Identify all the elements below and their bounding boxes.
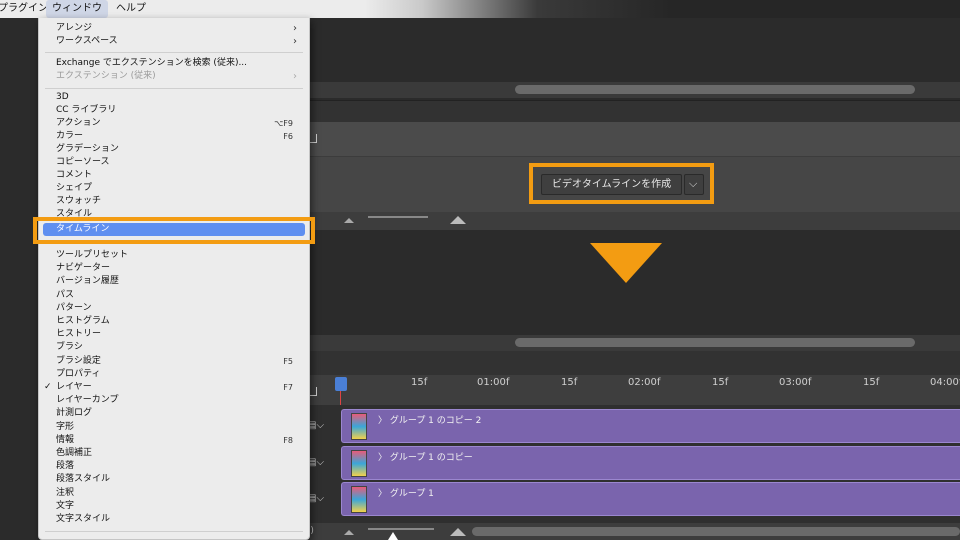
menu-separator [45, 88, 303, 89]
panel-top-scroll [300, 82, 960, 98]
ruler-label: 15f [561, 377, 578, 388]
ruler-label: 03:00f [779, 377, 812, 388]
submenu-chevron-icon: › [293, 36, 297, 47]
menu-item-shapes[interactable]: シェイプ [39, 182, 309, 195]
menu-item-adjustments[interactable]: 色調補正 [39, 447, 309, 460]
menu-item-brush-settings[interactable]: ブラシ設定 F5 [39, 355, 309, 368]
create-timeline-dropdown[interactable]: ⌵ [684, 174, 704, 195]
menu-item-histogram[interactable]: ヒストグラム [39, 315, 309, 328]
menu-item-layers[interactable]: ✓ レイヤー F7 [39, 381, 309, 394]
timeline-menu-highlight [33, 217, 315, 244]
zoom-in-icon[interactable] [450, 528, 466, 536]
menu-item-properties[interactable]: プロパティ [39, 368, 309, 381]
clip-thumbnail [351, 486, 367, 513]
zoom-out-icon[interactable] [344, 530, 354, 535]
menubar-window[interactable]: ウィンドウ [46, 0, 108, 18]
playhead-icon[interactable] [335, 377, 347, 391]
menu-item-character-styles[interactable]: 文字スタイル [39, 513, 309, 526]
menu-item-measurement-log[interactable]: 計測ログ [39, 407, 309, 420]
menu-item-exchange[interactable]: Exchange でエクステンションを検索 (従来)... [39, 57, 309, 70]
clip-thumbnail [351, 413, 367, 440]
menu-item-swatches[interactable]: スウォッチ [39, 195, 309, 208]
menu-item-history[interactable]: ヒストリー [39, 328, 309, 341]
menu-item-version-history[interactable]: バージョン履歴 [39, 275, 309, 288]
menu-item-navigator[interactable]: ナビゲーター [39, 262, 309, 275]
menu-item-extensions: エクステンション (従来) › [56, 71, 297, 82]
submenu-chevron-icon: › [293, 23, 297, 34]
menu-item-comments[interactable]: コメント [39, 169, 309, 182]
zoom-out-icon[interactable] [344, 218, 354, 223]
menu-item-tool-presets[interactable]: ツールプリセット [39, 249, 309, 262]
timeline-panel-empty [300, 122, 960, 156]
timeline-header [300, 351, 960, 375]
timeline-footer-top [300, 212, 960, 230]
menu-item-paragraph[interactable]: 段落 [39, 460, 309, 473]
zoom-in-icon[interactable] [450, 216, 466, 224]
clip-thumbnail [351, 450, 367, 477]
submenu-chevron-icon: › [293, 71, 297, 82]
menu-item-patterns[interactable]: パターン [39, 302, 309, 315]
track-label: 〉 グループ 1 のコピー [378, 453, 473, 463]
window-menu: アレンジ › ワークスペース › Exchange でエクステンションを検索 (従来… [38, 18, 310, 540]
menu-item-clone-source[interactable]: コピーソース [39, 156, 309, 169]
menu-item-layer-comps[interactable]: レイヤーカンプ [39, 394, 309, 407]
track-clip[interactable]: 〉 グループ 1 のコピー 2 [341, 409, 960, 443]
track-clip[interactable]: 〉 グループ 1 のコピー [341, 446, 960, 480]
ruler-label: 04:00f [930, 377, 960, 388]
create-video-timeline-button[interactable]: ビデオタイムラインを作成 [541, 174, 682, 195]
menu-item-workspace[interactable]: ワークスペース › [39, 35, 309, 48]
shortcut-label: F7 [283, 383, 293, 392]
panel-header [300, 100, 960, 122]
menu-item-brushes[interactable]: ブラシ [39, 341, 309, 354]
menu-item-cc-libraries[interactable]: CC ライブラリ [39, 104, 309, 117]
zoom-handle[interactable] [388, 532, 398, 540]
ruler-label: 15f [411, 377, 428, 388]
menu-item-actions[interactable]: アクション ⌥F9 [39, 117, 309, 130]
shortcut-label: F6 [283, 132, 293, 141]
shortcut-label: F8 [283, 436, 293, 445]
zoom-slider[interactable] [368, 216, 428, 218]
menu-item-paragraph-styles[interactable]: 段落スタイル [39, 473, 309, 486]
panel-bottom-scroll [300, 335, 960, 351]
horizontal-scrollbar-bottom[interactable] [515, 338, 915, 347]
ruler-label: 15f [712, 377, 729, 388]
menu-separator [45, 531, 303, 532]
track-label: 〉 グループ 1 のコピー 2 [378, 416, 482, 426]
menu-item-character[interactable]: 文字 [39, 500, 309, 513]
menu-item-3d[interactable]: 3D [39, 91, 309, 104]
menu-item-glyphs[interactable]: 字形 [39, 421, 309, 434]
ruler-label: 01:00f [477, 377, 510, 388]
shortcut-label: ⌥F9 [274, 119, 293, 128]
arrow-down-icon [590, 243, 662, 283]
menu-item-gradients[interactable]: グラデーション [39, 143, 309, 156]
menu-separator [45, 52, 303, 53]
ruler-label: 15f [863, 377, 880, 388]
checkmark-icon: ✓ [44, 382, 52, 392]
zoom-slider[interactable] [368, 528, 434, 530]
timeline-footer-bottom: ps) [300, 523, 960, 540]
menubar-help[interactable]: ヘルプ [110, 0, 152, 18]
track-label: 〉 グループ 1 [378, 489, 434, 499]
menubar: プラグイン ウィンドウ ヘルプ [0, 0, 960, 18]
horizontal-scrollbar[interactable] [515, 85, 915, 94]
menu-item-info[interactable]: 情報 F8 [39, 434, 309, 447]
timeline-scrollbar[interactable] [472, 527, 960, 536]
chevron-down-icon: ⌵ [689, 177, 698, 190]
playhead-line [340, 391, 341, 405]
ruler-label: 02:00f [628, 377, 661, 388]
menu-item-paths[interactable]: パス [39, 289, 309, 302]
menu-item-arrange[interactable]: アレンジ › [39, 22, 309, 35]
menu-item-notes[interactable]: 注釈 [39, 487, 309, 500]
track-clip[interactable]: 〉 グループ 1 [341, 482, 960, 516]
shortcut-label: F5 [283, 357, 293, 366]
menu-item-color[interactable]: カラー F6 [39, 130, 309, 143]
